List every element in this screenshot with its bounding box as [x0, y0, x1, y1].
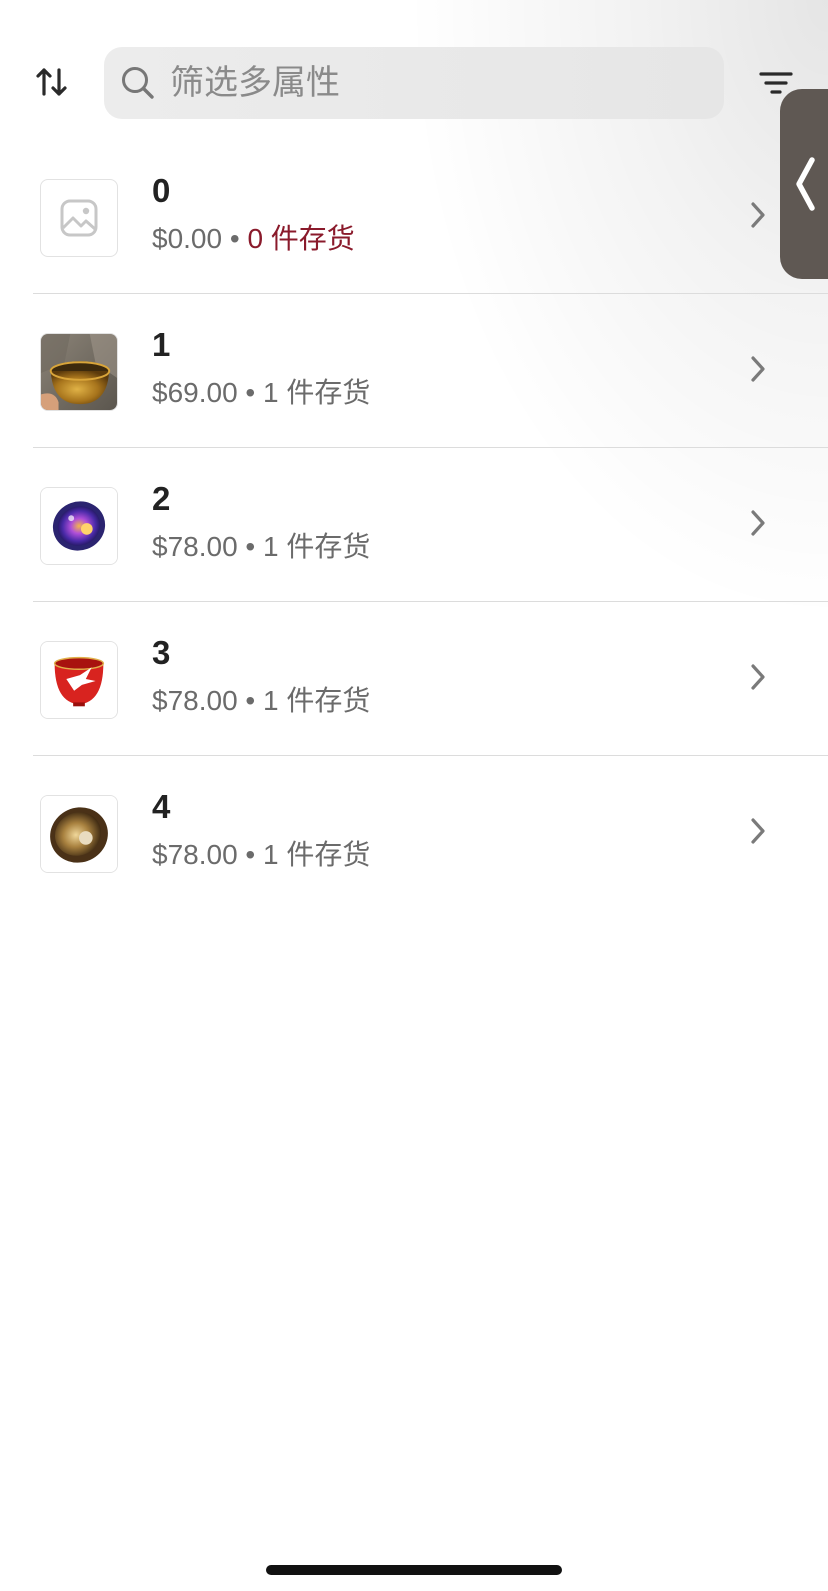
item-price: $78.00 — [152, 839, 238, 870]
gold-cup-photo — [41, 334, 117, 410]
separator-dot: • — [245, 531, 256, 562]
item-subtitle: $78.00 • 1 件存货 — [152, 529, 370, 565]
item-thumbnail — [40, 487, 118, 565]
list-item[interactable]: 1 $69.00 • 1 件存货 — [0, 293, 828, 447]
item-price: $0.00 — [152, 223, 223, 254]
placeholder-image-icon — [60, 199, 98, 237]
separator-dot: • — [229, 223, 240, 254]
bronze-bowl-photo — [41, 796, 117, 872]
sort-button[interactable] — [28, 58, 76, 106]
search-icon — [118, 63, 158, 103]
list-item[interactable]: 2 $78.00 • 1 件存货 — [0, 447, 828, 601]
item-price: $78.00 — [152, 531, 238, 562]
item-title: 0 — [152, 172, 171, 209]
item-title: 3 — [152, 634, 171, 671]
item-thumbnail — [40, 795, 118, 873]
item-title: 2 — [152, 480, 171, 517]
item-thumbnail — [40, 641, 118, 719]
chevron-right-icon — [744, 657, 772, 697]
item-stock: 1 件存货 — [263, 531, 371, 562]
item-stock: 1 件存货 — [263, 685, 371, 716]
chevron-right-icon — [744, 811, 772, 851]
list-item[interactable]: 0 $0.00 • 0 件存货 — [0, 139, 828, 293]
item-thumbnail — [40, 179, 118, 257]
item-price: $69.00 — [152, 377, 238, 408]
chevron-right-icon — [744, 349, 772, 389]
search-bar[interactable] — [104, 47, 724, 119]
separator-dot: • — [245, 839, 256, 870]
item-subtitle: $69.00 • 1 件存货 — [152, 375, 370, 411]
chevron-right-icon — [744, 195, 772, 235]
product-variant-list-screen: 0 $0.00 • 0 件存货 — [0, 0, 828, 1591]
item-title: 1 — [152, 326, 171, 363]
item-subtitle: $0.00 • 0 件存货 — [152, 221, 355, 257]
red-crane-cup-photo — [41, 642, 117, 718]
purple-cup-photo — [41, 488, 117, 564]
item-title: 4 — [152, 788, 171, 825]
separator-dot: • — [245, 685, 256, 716]
list-item[interactable]: 3 $78.00 • 1 件存货 — [0, 601, 828, 755]
item-stock: 0 件存货 — [247, 223, 355, 254]
item-subtitle: $78.00 • 1 件存货 — [152, 683, 370, 719]
list-item[interactable]: 4 $78.00 • 1 件存货 — [0, 755, 828, 909]
chevron-right-icon — [744, 503, 772, 543]
item-stock: 1 件存货 — [263, 377, 371, 408]
item-stock: 1 件存货 — [263, 839, 371, 870]
separator-dot: • — [245, 377, 256, 408]
sort-arrows-icon — [36, 68, 67, 96]
search-input[interactable] — [170, 53, 690, 113]
home-indicator[interactable] — [266, 1565, 562, 1575]
item-subtitle: $78.00 • 1 件存货 — [152, 837, 370, 873]
variant-list: 0 $0.00 • 0 件存货 1 $69.00 • 1 件存货 2 $78.0… — [0, 139, 828, 909]
item-price: $78.00 — [152, 685, 238, 716]
item-thumbnail — [40, 333, 118, 411]
